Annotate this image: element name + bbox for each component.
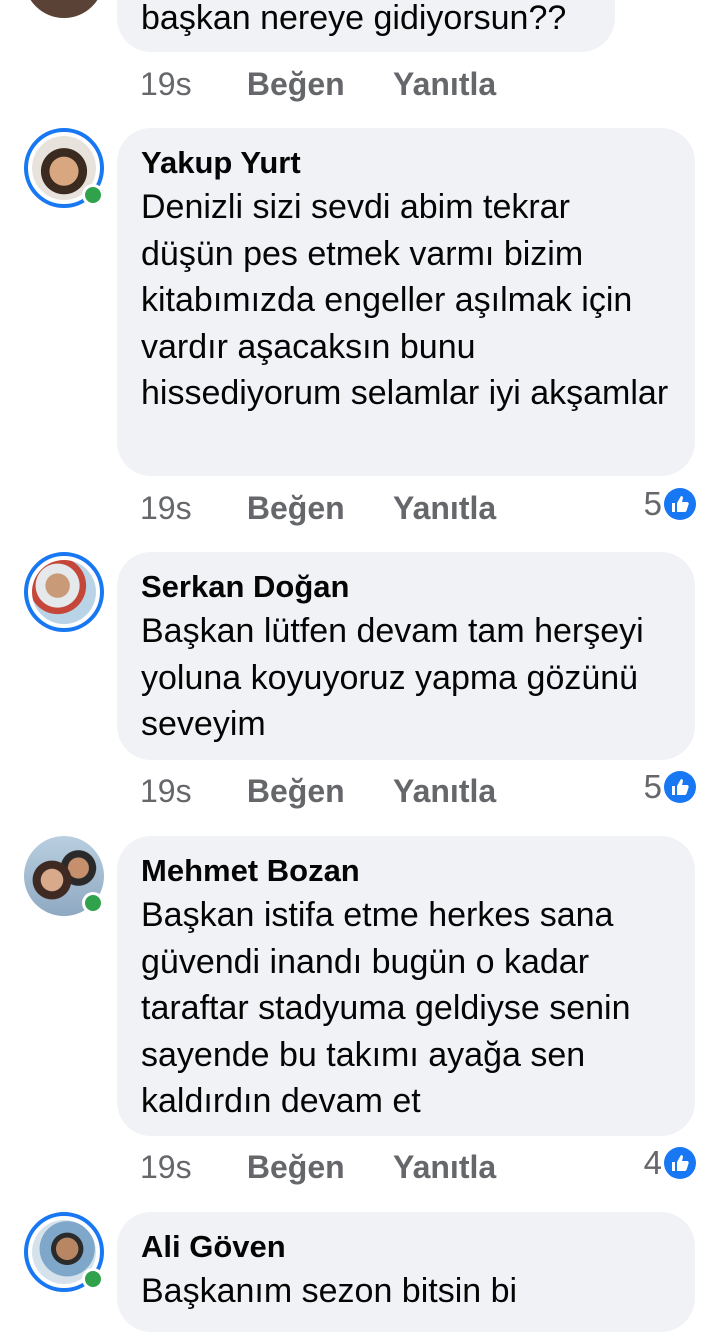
- like-button[interactable]: Beğen: [247, 488, 345, 528]
- comment-bubble: Serkan Doğan Başkan lütfen devam tam her…: [117, 552, 695, 760]
- reply-button[interactable]: Yanıtla: [393, 490, 496, 526]
- reply-button[interactable]: Yanıtla: [393, 66, 496, 102]
- like-thumb-icon: [664, 771, 696, 803]
- comment-text: Başkan lütfen devam tam herşeyi yoluna k…: [141, 612, 644, 743]
- like-thumb-icon: [664, 488, 696, 520]
- reaction-number: 4: [643, 1144, 662, 1181]
- avatar[interactable]: [24, 552, 104, 632]
- reaction-number: 5: [643, 485, 662, 522]
- comment-actions: 19s Beğen Yanıtla: [140, 771, 496, 811]
- comment-time: 19s: [140, 66, 192, 102]
- reaction-number: 5: [643, 768, 662, 805]
- reaction-count[interactable]: 5: [644, 767, 696, 807]
- reply-button[interactable]: Yanıtla: [393, 773, 496, 809]
- comment-bubble: Mehmet Bozan Başkan istifa etme herkes s…: [117, 836, 695, 1136]
- commenter-name[interactable]: Ali Göven: [141, 1226, 671, 1268]
- comment-actions: 19s Beğen Yanıtla: [140, 64, 496, 104]
- comment-text: başkan nereye gidiyorsun??: [141, 0, 567, 37]
- avatar-photo: [32, 560, 96, 624]
- reaction-count[interactable]: 5: [644, 484, 696, 524]
- like-button[interactable]: Beğen: [247, 64, 345, 104]
- online-dot-icon: [82, 892, 104, 914]
- comment-time: 19s: [140, 1149, 192, 1185]
- like-button[interactable]: Beğen: [247, 1147, 345, 1187]
- like-button[interactable]: Beğen: [247, 771, 345, 811]
- comment-text: Başkan istifa etme herkes sana güvendi i…: [141, 896, 631, 1120]
- comment-bubble: Yakup Yurt Denizli sizi sevdi abim tekra…: [117, 128, 695, 476]
- comment-time: 19s: [140, 490, 192, 526]
- online-dot-icon: [82, 184, 104, 206]
- like-thumb-icon: [664, 1147, 696, 1179]
- comment-actions: 19s Beğen Yanıtla: [140, 1147, 496, 1187]
- reaction-count[interactable]: 4: [644, 1143, 696, 1183]
- avatar[interactable]: [24, 0, 104, 18]
- comment-bubble: Ali Göven Başkanım sezon bitsin bi: [117, 1212, 695, 1332]
- commenter-name[interactable]: Serkan Doğan: [141, 566, 671, 608]
- comment-actions: 19s Beğen Yanıtla: [140, 488, 496, 528]
- commenter-name[interactable]: Yakup Yurt: [141, 142, 671, 184]
- comment-text: Denizli sizi sevdi abim tekrar düşün pes…: [141, 188, 669, 412]
- commenter-name[interactable]: Mehmet Bozan: [141, 850, 671, 892]
- comment-text: Başkanım sezon bitsin bi: [141, 1272, 518, 1310]
- comment-time: 19s: [140, 773, 192, 809]
- comment-bubble: başkan nereye gidiyorsun??: [117, 0, 615, 52]
- online-dot-icon: [82, 1268, 104, 1290]
- reply-button[interactable]: Yanıtla: [393, 1149, 496, 1185]
